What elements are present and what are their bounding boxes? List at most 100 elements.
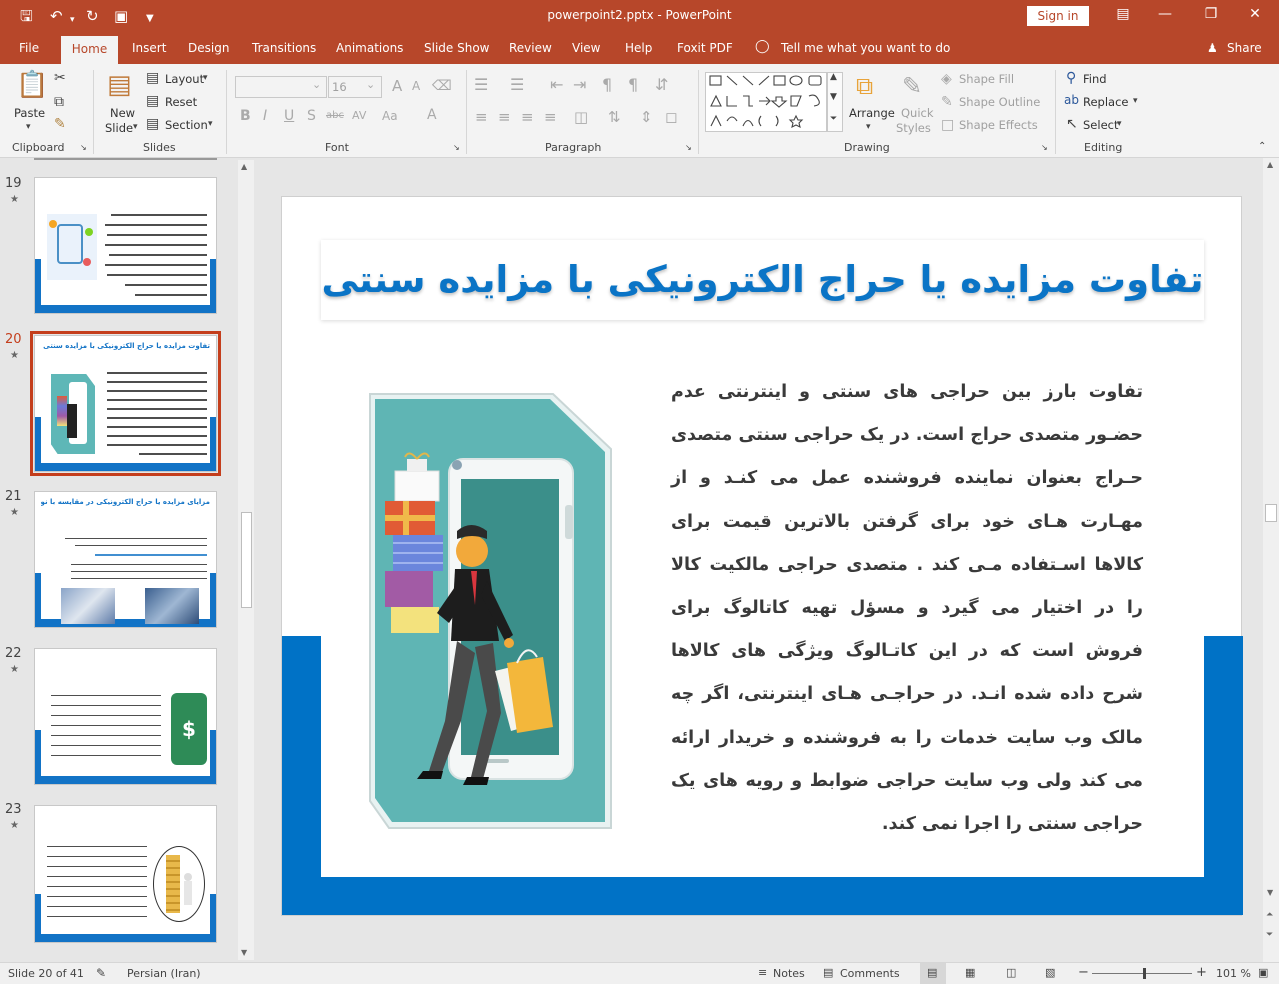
tab-design[interactable]: Design <box>188 41 229 55</box>
slide-canvas[interactable]: تفاوت مزایده یا حراج الکترونیکی با مزاید… <box>281 196 1243 916</box>
format-painter-icon[interactable]: ✎ <box>54 116 66 132</box>
thumbnail-scrollbar[interactable]: ▲ ▼ <box>238 160 254 960</box>
slide-scroll-thumb[interactable] <box>1265 504 1277 522</box>
reading-view-icon[interactable]: ◫ <box>1006 966 1016 979</box>
align-center-icon[interactable]: ≡ <box>498 108 511 126</box>
notes-icon[interactable]: ≡ <box>758 966 767 979</box>
slide-thumbnail-20[interactable]: تفاوت مزایده یا حراج الکترونیکی با مزاید… <box>30 331 221 476</box>
zoom-slider-thumb[interactable] <box>1143 968 1146 979</box>
replace-dropdown-icon[interactable]: ▾ <box>1133 96 1138 106</box>
tab-slideshow[interactable]: Slide Show <box>424 41 489 55</box>
slideshow-view-icon[interactable]: ▧ <box>1045 966 1055 979</box>
find-icon[interactable]: ⚲ <box>1066 70 1076 86</box>
quick-styles-label-1[interactable]: Quick <box>901 106 934 120</box>
rtl-direction-icon[interactable]: ¶ <box>602 75 612 94</box>
underline-icon[interactable]: U <box>284 108 294 124</box>
arrange-button[interactable]: Arrange <box>849 106 895 120</box>
shape-effects-icon[interactable]: □ <box>941 117 954 133</box>
replace-button[interactable]: Replace <box>1083 95 1129 109</box>
tell-me-search[interactable]: Tell me what you want to do <box>781 41 950 55</box>
bullets-icon[interactable]: ☰ <box>474 75 488 94</box>
scroll-down-icon[interactable]: ▼ <box>1267 888 1273 897</box>
tab-transitions[interactable]: Transitions <box>252 41 316 55</box>
clear-formatting-icon[interactable]: ⌫ <box>432 78 452 94</box>
decrease-font-icon[interactable]: A <box>412 79 420 93</box>
slide-thumbnail-19[interactable] <box>34 177 217 314</box>
slide-title-box[interactable]: تفاوت مزایده یا حراج الکترونیکی با مزاید… <box>321 240 1204 320</box>
new-slide-dropdown-icon[interactable]: ▾ <box>133 122 138 132</box>
share-button[interactable]: Share <box>1227 41 1262 55</box>
align-left-icon[interactable]: ≡ <box>475 108 488 126</box>
slide-sorter-icon[interactable]: ▦ <box>965 966 975 979</box>
scroll-up-icon[interactable]: ▲ <box>1267 160 1273 169</box>
line-spacing-icon[interactable]: ⇵ <box>655 75 668 94</box>
replace-icon[interactable]: ab <box>1064 93 1079 107</box>
paste-button[interactable]: Paste <box>14 106 45 120</box>
paragraph-launcher-icon[interactable]: ↘ <box>685 143 692 152</box>
character-spacing-icon[interactable]: AV <box>352 109 366 122</box>
increase-indent-icon[interactable]: ⇥ <box>573 75 586 94</box>
increase-font-icon[interactable]: A <box>392 77 402 95</box>
justify-icon[interactable]: ≡ <box>544 108 557 126</box>
section-button[interactable]: Section <box>165 118 208 132</box>
scroll-down-icon[interactable]: ▼ <box>241 948 247 957</box>
font-color-icon[interactable]: A <box>427 107 437 123</box>
align-text-icon[interactable]: ⇕ <box>640 108 653 126</box>
smartart-icon[interactable]: ◻ <box>665 108 677 126</box>
decrease-indent-icon[interactable]: ⇤ <box>550 75 563 94</box>
shape-outline-icon[interactable]: ✎ <box>941 94 953 110</box>
arrange-dropdown-icon[interactable]: ▾ <box>866 122 871 132</box>
shapes-more-icon[interactable]: ⏷ <box>830 114 837 124</box>
tab-help[interactable]: Help <box>625 41 652 55</box>
select-icon[interactable]: ↖ <box>1066 116 1078 132</box>
next-slide-icon[interactable]: ⏷ <box>1266 930 1273 940</box>
font-name-dropdown-icon[interactable]: ⌄ <box>312 78 321 91</box>
shape-fill-button[interactable]: Shape Fill <box>959 72 1014 86</box>
slide-scrollbar[interactable]: ▲ ▼ ⏶ ⏷ <box>1263 158 1279 962</box>
sign-in-button[interactable]: Sign in <box>1027 6 1089 26</box>
layout-button[interactable]: Layout <box>165 72 204 86</box>
align-right-icon[interactable]: ≡ <box>521 108 534 126</box>
section-icon[interactable]: ▤ <box>146 116 159 132</box>
arrange-icon[interactable]: ⧉ <box>856 72 873 100</box>
change-case-icon[interactable]: Aa <box>382 109 398 123</box>
paste-dropdown-icon[interactable]: ▾ <box>26 122 31 132</box>
slide-content-card[interactable]: تفاوت بارز بین حراجی های سنتی و اینترنتی… <box>321 345 1204 877</box>
reset-icon[interactable]: ▤ <box>146 93 159 109</box>
tab-animations[interactable]: Animations <box>336 41 403 55</box>
slide-thumbnail-22[interactable]: $ <box>34 648 217 785</box>
tab-file[interactable]: File <box>19 41 39 55</box>
zoom-slider-track[interactable] <box>1092 973 1192 974</box>
comments-button[interactable]: Comments <box>840 967 900 980</box>
shape-effects-button[interactable]: Shape Effects <box>959 118 1038 132</box>
tab-review[interactable]: Review <box>509 41 552 55</box>
thumbnail-scroll-thumb[interactable] <box>241 512 252 608</box>
tab-home[interactable]: Home <box>61 36 118 64</box>
previous-slide-icon[interactable]: ⏶ <box>1266 910 1273 920</box>
share-icon[interactable]: ♟ <box>1207 41 1218 55</box>
spelling-check-icon[interactable]: ✎ <box>96 966 106 980</box>
quick-styles-icon[interactable]: ✎ <box>902 72 922 100</box>
new-slide-label-2[interactable]: Slide <box>105 121 133 135</box>
slide-thumbnail-21[interactable]: مزایای مزایده یا حراج الکترونیکی در مقای… <box>34 491 217 628</box>
slide-thumbnail-23[interactable] <box>34 805 217 943</box>
zoom-out-icon[interactable]: − <box>1078 965 1089 980</box>
layout-dropdown-icon[interactable]: ▾ <box>203 73 208 83</box>
zoom-in-icon[interactable]: + <box>1196 965 1207 980</box>
shape-fill-icon[interactable]: ◈ <box>941 71 952 87</box>
shapes-scroll-up-icon[interactable]: ▲ <box>830 72 837 82</box>
text-direction-icon[interactable]: ⇅ <box>608 108 621 126</box>
select-button[interactable]: Select <box>1083 118 1118 132</box>
paste-icon[interactable]: 📋 <box>16 70 48 100</box>
slide-body-text[interactable]: تفاوت بارز بین حراجی های سنتی و اینترنتی… <box>671 371 1143 846</box>
text-shadow-icon[interactable]: S <box>307 108 316 124</box>
copy-icon[interactable]: ⧉ <box>54 94 64 110</box>
cut-icon[interactable]: ✂ <box>54 70 66 86</box>
layout-icon[interactable]: ▤ <box>146 70 159 86</box>
clipboard-launcher-icon[interactable]: ↘ <box>80 143 87 152</box>
fit-to-window-icon[interactable]: ▣ <box>1258 966 1268 979</box>
tab-view[interactable]: View <box>572 41 600 55</box>
drawing-launcher-icon[interactable]: ↘ <box>1041 143 1048 152</box>
find-button[interactable]: Find <box>1083 72 1107 86</box>
font-launcher-icon[interactable]: ↘ <box>453 143 460 152</box>
